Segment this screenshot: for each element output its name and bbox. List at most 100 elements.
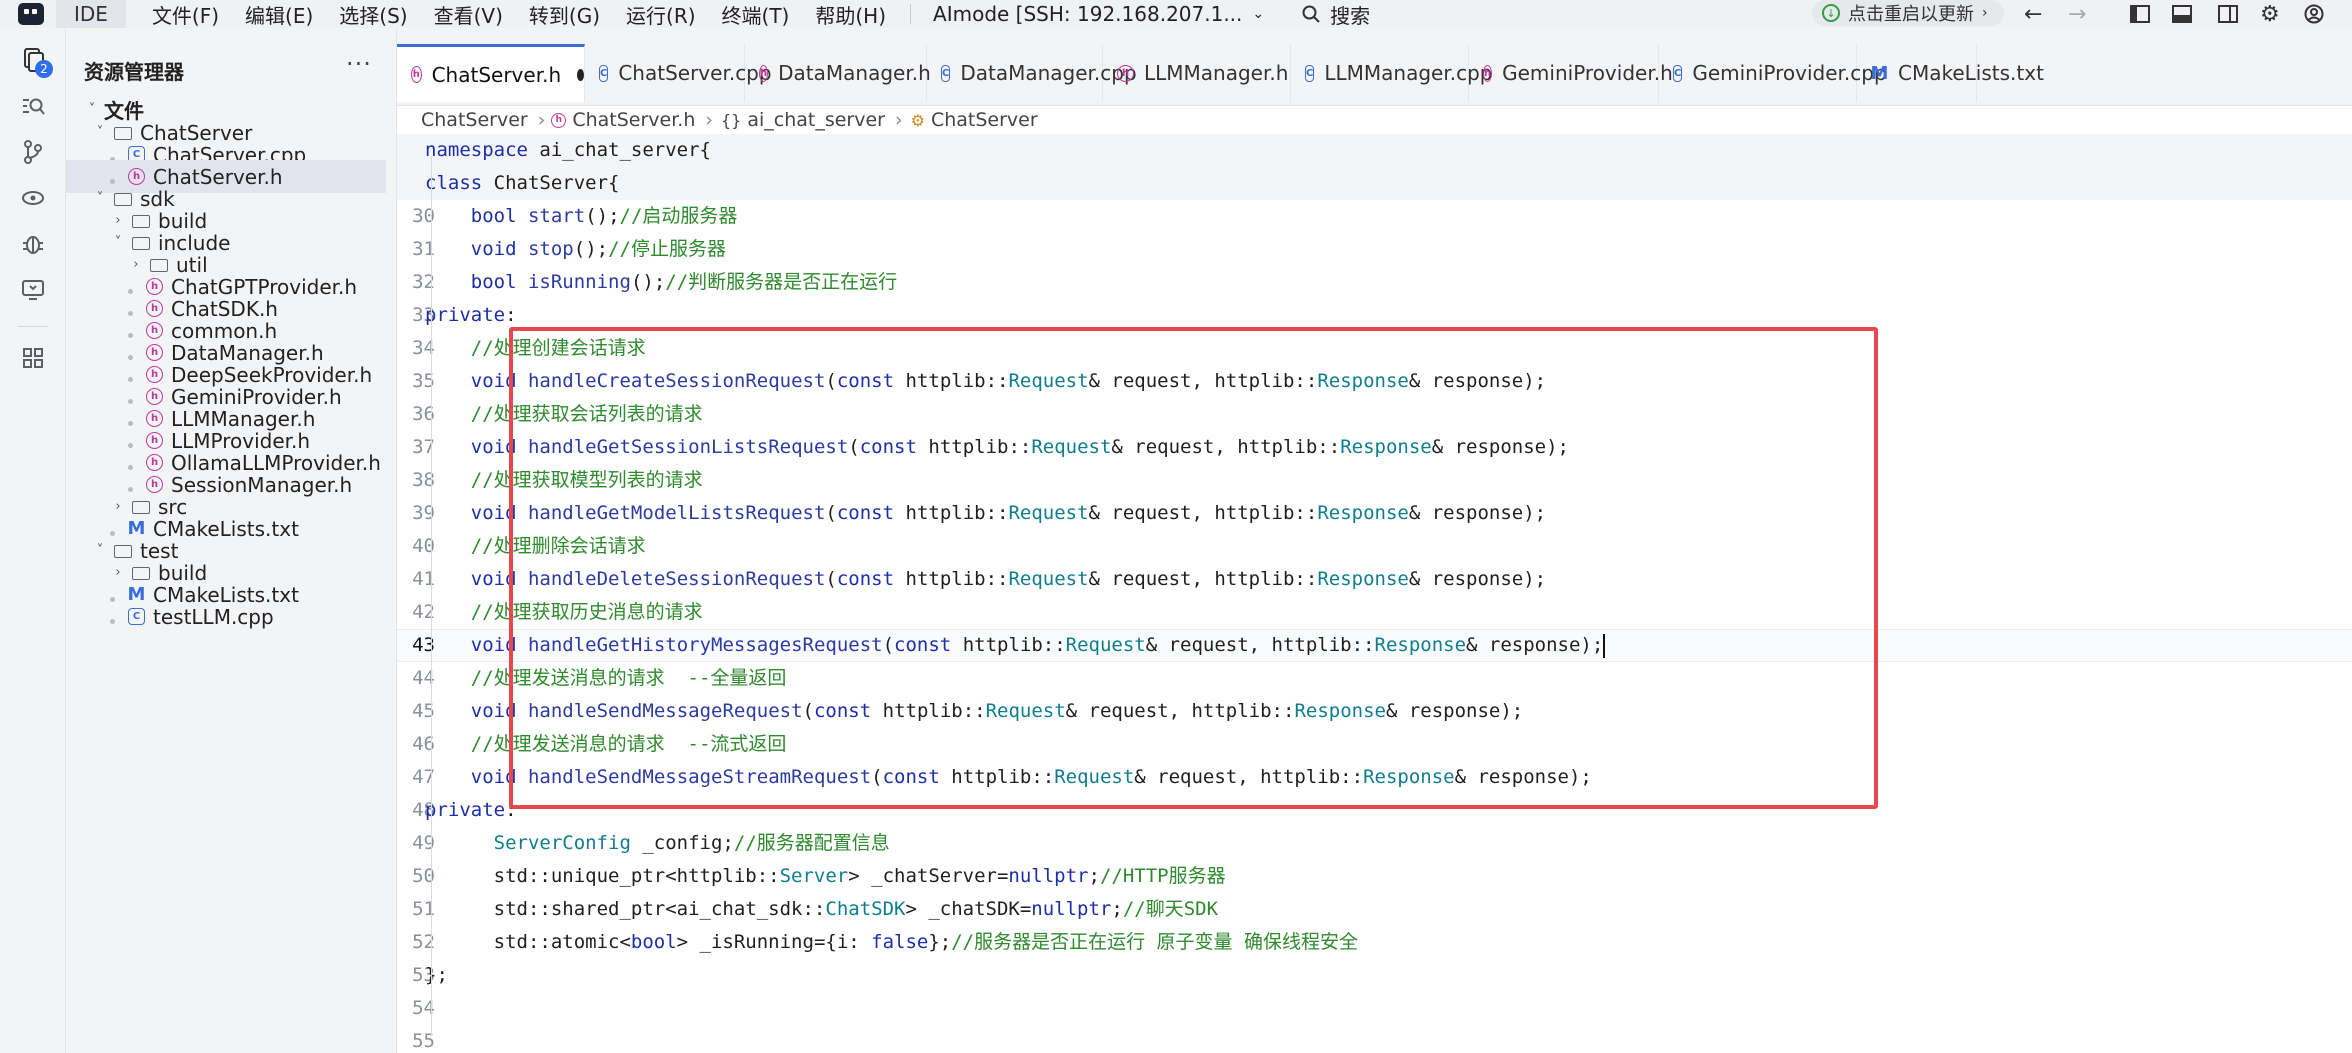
- account-icon[interactable]: [2304, 0, 2324, 28]
- chevron-down-icon: ˅: [88, 102, 96, 117]
- code-line[interactable]: std::shared_ptr<ai_chat_sdk::ChatSDK> _c…: [425, 893, 1218, 926]
- line-number: 54: [412, 997, 435, 1019]
- menu-item[interactable]: 查看(V): [434, 0, 503, 29]
- code-line[interactable]: void stop();//停止服务器: [425, 233, 726, 266]
- remote-ssh-selector[interactable]: AImode [SSH: 192.168.207.1... ⌄: [933, 2, 1264, 26]
- code-line[interactable]: void handleSendMessageRequest(const http…: [425, 695, 1523, 728]
- code-line[interactable]: //处理发送消息的请求 --全量返回: [425, 662, 787, 695]
- tab-label: ChatServer.h: [431, 62, 562, 87]
- code-line[interactable]: void handleCreateSessionRequest(const ht…: [425, 365, 1546, 398]
- breadcrumb-folder[interactable]: ChatServer: [421, 109, 528, 131]
- code-line[interactable]: //处理获取历史消息的请求: [425, 596, 703, 629]
- tab-label: CMakeLists.txt: [1898, 61, 2044, 85]
- code-line[interactable]: };: [425, 959, 448, 992]
- gear-icon[interactable]: ⚙: [2260, 0, 2280, 28]
- code-line[interactable]: //处理发送消息的请求 --流式返回: [425, 728, 787, 761]
- editor-tab[interactable]: h GeminiProvider.h: [1469, 44, 1673, 102]
- cpp-file-icon: C: [941, 64, 951, 82]
- search-button[interactable]: 搜索: [1302, 0, 1370, 29]
- tree-file[interactable]: CtestLLM.cpp: [66, 600, 386, 633]
- editor-tab[interactable]: h DataManager.h: [745, 44, 931, 102]
- toggle-secondary-sidebar-icon[interactable]: [2218, 0, 2238, 28]
- code-line[interactable]: bool isRunning();//判断服务器是否正在运行: [425, 266, 897, 299]
- code-line[interactable]: private:: [425, 299, 517, 332]
- divider: [910, 4, 912, 24]
- app-logo-icon[interactable]: [18, 3, 44, 25]
- chevron-right-icon: ›: [537, 109, 546, 131]
- cmake-file-icon: M: [1870, 62, 1889, 84]
- cpp-file-icon: C: [1673, 64, 1683, 82]
- breadcrumb-class[interactable]: ChatServer: [931, 109, 1038, 131]
- editor-tab[interactable]: C ChatServer.cpp: [585, 44, 772, 102]
- menu-item[interactable]: 编辑(E): [245, 0, 313, 29]
- forward-arrow-icon[interactable]: →: [2068, 0, 2086, 28]
- cpp-file-icon: C: [1305, 64, 1315, 82]
- editor-tab[interactable]: h LLMManager.h: [1103, 44, 1291, 102]
- extensions-icon[interactable]: [13, 338, 53, 378]
- code-line[interactable]: //处理获取模型列表的请求: [425, 464, 703, 497]
- menu-item[interactable]: 转到(G): [529, 0, 600, 29]
- code-line[interactable]: private:: [425, 794, 517, 827]
- code-line[interactable]: void handleSendMessageStreamRequest(cons…: [425, 761, 1592, 794]
- code-line[interactable]: bool start();//启动服务器: [425, 200, 738, 233]
- remote-monitor-icon[interactable]: [13, 270, 53, 310]
- ide-window: IDE 文件(F) 编辑(E) 选择(S) 查看(V) 转到(G) 运行(R) 终端(T) 帮…: [0, 0, 2352, 1053]
- editor-tab[interactable]: C GeminiProvider.cpp: [1659, 44, 1887, 102]
- restart-update-button[interactable]: ↓ 点击重启以更新 ›: [1812, 0, 2004, 26]
- code-editor[interactable]: namespace ai_chat_server{class ChatServe…: [397, 134, 2352, 1053]
- tab-label: DataManager.h: [778, 61, 931, 85]
- editor-tab[interactable]: C DataManager.cpp: [927, 44, 1137, 102]
- sticky-scroll-line: [397, 167, 2352, 200]
- unsaved-dot-icon[interactable]: [577, 68, 584, 81]
- toggle-sidebar-icon[interactable]: [2130, 0, 2150, 28]
- breadcrumb-namespace[interactable]: ai_chat_server: [747, 109, 885, 131]
- breadcrumb: ChatServer › h ChatServer.h › {} ai_chat…: [397, 106, 2352, 134]
- header-file-icon: h: [411, 66, 422, 83]
- code-line[interactable]: void handleGetSessionListsRequest(const …: [425, 431, 1569, 464]
- text-caret: [1603, 633, 1606, 658]
- tree-guide-dot: [110, 618, 115, 624]
- menu-item[interactable]: 帮助(H): [815, 0, 886, 29]
- toggle-panel-icon[interactable]: [2172, 0, 2192, 28]
- code-line[interactable]: //处理删除会话请求: [425, 530, 646, 563]
- source-control-icon[interactable]: [13, 132, 53, 172]
- header-file-icon: h: [551, 112, 567, 128]
- title-bar: IDE 文件(F) 编辑(E) 选择(S) 查看(V) 转到(G) 运行(R) 终端(T) 帮…: [0, 0, 2352, 28]
- code-line[interactable]: void handleGetHistoryMessagesRequest(con…: [425, 629, 1606, 662]
- breadcrumb-file[interactable]: ChatServer.h: [572, 109, 695, 131]
- back-arrow-icon[interactable]: ←: [2024, 0, 2042, 28]
- more-actions-icon[interactable]: ···: [346, 50, 372, 78]
- activity-bar: 2: [0, 28, 66, 1053]
- remote-explorer-icon[interactable]: [13, 178, 53, 218]
- header-file-icon: h: [1483, 64, 1493, 82]
- debug-icon[interactable]: [13, 224, 53, 264]
- code-line[interactable]: std::atomic<bool> _isRunning={i: false};…: [425, 926, 1358, 959]
- menu-item[interactable]: 终端(T): [722, 0, 790, 29]
- explorer-icon[interactable]: 2: [13, 40, 53, 80]
- code-line[interactable]: void handleGetModelListsRequest(const ht…: [425, 497, 1546, 530]
- menu-item[interactable]: 选择(S): [339, 0, 407, 29]
- namespace-icon: {}: [720, 110, 742, 130]
- ide-mode-badge[interactable]: IDE: [56, 0, 126, 28]
- code-line[interactable]: void handleDeleteSessionRequest(const ht…: [425, 563, 1546, 596]
- tab-label: LLMManager.cpp: [1324, 61, 1493, 85]
- editor-tab[interactable]: C LLMManager.cpp: [1291, 44, 1492, 102]
- menu-item[interactable]: 文件(F): [152, 0, 219, 29]
- search-panel-icon[interactable]: [13, 86, 53, 126]
- chevron-right-icon: ›: [1982, 5, 1988, 21]
- header-file-icon: h: [1117, 64, 1134, 82]
- code-line[interactable]: ServerConfig _config;//服务器配置信息: [425, 827, 890, 860]
- divider: [18, 326, 48, 327]
- code-line[interactable]: //处理创建会话请求: [425, 332, 646, 365]
- menu-item[interactable]: 运行(R): [626, 0, 696, 29]
- tab-label: LLMManager.h: [1144, 61, 1289, 85]
- code-line[interactable]: std::unique_ptr<httplib::Server> _chatSe…: [425, 860, 1226, 893]
- header-file-icon: h: [759, 64, 769, 82]
- editor-tab[interactable]: h ChatServer.h: [397, 44, 585, 102]
- code-line[interactable]: //处理获取会话列表的请求: [425, 398, 703, 431]
- explorer-title: 资源管理器: [84, 60, 184, 84]
- explorer-badge: 2: [35, 60, 53, 78]
- editor-tab[interactable]: M CMakeLists.txt: [1857, 44, 2044, 102]
- sticky-code-text: class ChatServer{: [425, 172, 620, 194]
- sticky-code-text: namespace ai_chat_server{: [425, 139, 711, 161]
